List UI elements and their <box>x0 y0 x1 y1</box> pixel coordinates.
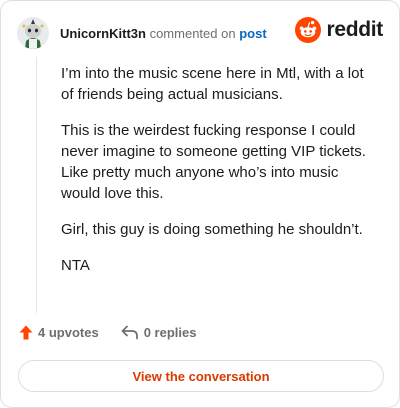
reply-arrow-icon <box>121 325 139 340</box>
upvote-button[interactable]: 4 upvotes <box>19 325 99 340</box>
replies-count: 0 replies <box>143 325 197 340</box>
reddit-wordmark: reddit <box>326 18 383 41</box>
comment-meta: UnicornKitt3n commented on post <box>60 26 267 41</box>
comment-paragraph: I’m into the music scene here in Mtl, wi… <box>61 65 364 103</box>
upvote-arrow-icon <box>19 325 33 340</box>
comment-paragraph: Girl, this guy is doing something he sho… <box>61 221 363 238</box>
thread-line <box>36 57 37 313</box>
upvotes-count: 4 upvotes <box>38 325 99 340</box>
comment-paragraph: NTA <box>61 257 90 274</box>
reddit-logo-icon <box>295 17 322 43</box>
post-link[interactable]: post <box>239 26 266 41</box>
replies-button[interactable]: 0 replies <box>121 325 197 340</box>
comment-embed-card: UnicornKitt3n commented on post reddit I… <box>0 0 400 408</box>
reddit-brand[interactable]: reddit <box>295 17 383 43</box>
comment-actions: 4 upvotes 0 replies <box>19 325 196 340</box>
avatar-icon <box>17 17 49 49</box>
avatar[interactable] <box>17 17 49 49</box>
comment-header: UnicornKitt3n commented on post reddit <box>17 15 383 51</box>
view-conversation-button[interactable]: View the conversation <box>18 360 384 392</box>
username-link[interactable]: UnicornKitt3n <box>60 26 146 41</box>
commented-on-text: commented on <box>149 25 236 41</box>
comment-body: I’m into the music scene here in Mtl, wi… <box>61 63 379 291</box>
comment-paragraph: This is the weirdest fucking response I … <box>61 122 366 202</box>
